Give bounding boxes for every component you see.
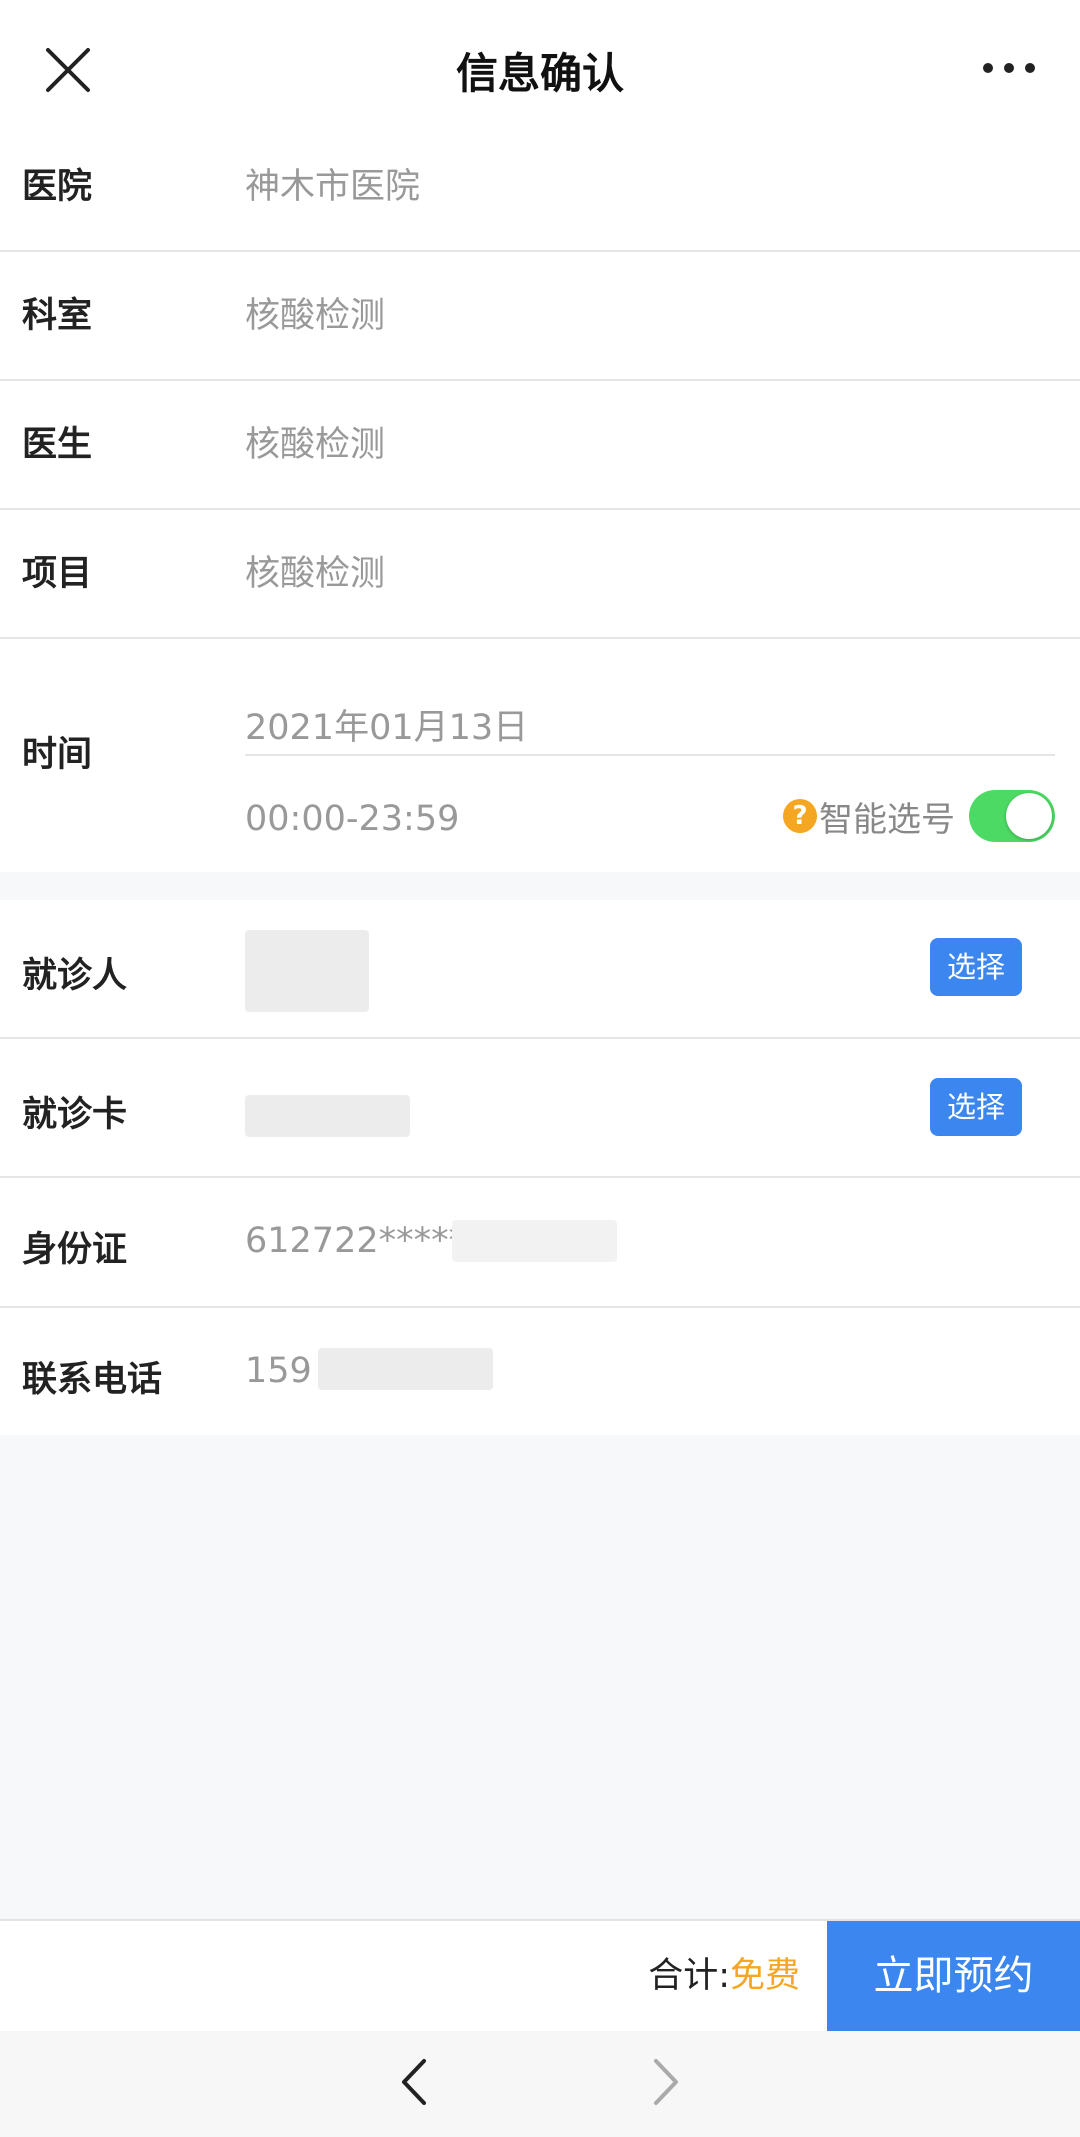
page-title: 信息确认 (455, 49, 624, 98)
hospital-label: 医院 (22, 167, 93, 207)
doctor-row: 医生 核酸检测 (0, 381, 1080, 510)
department-label: 科室 (22, 296, 93, 336)
time-range-value[interactable]: 00:00-23:59 (245, 799, 459, 839)
department-row: 科室 核酸检测 (0, 252, 1080, 381)
info-card: 医院 神木市医院 科室 核酸检测 医生 核酸检测 项目 核酸检测 时间 2021… (0, 123, 1080, 872)
patient-row: 就诊人 选择 (0, 900, 1080, 1039)
time-label: 时间 (22, 735, 93, 775)
bottom-bar: 合计:免费 立即预约 (0, 1919, 1080, 2031)
time-divider (245, 754, 1055, 756)
phone-value: 159 (245, 1351, 312, 1391)
doctor-value: 核酸检测 (245, 425, 386, 465)
back-icon[interactable] (390, 2057, 440, 2107)
id-label: 身份证 (22, 1230, 128, 1270)
doctor-label: 医生 (22, 425, 93, 465)
toggle-knob (1006, 793, 1052, 839)
phone-number-redacted (318, 1348, 493, 1390)
id-number-redacted (452, 1220, 617, 1262)
smart-select-label: 智能选号 (819, 799, 955, 840)
page: 信息确认 医院 神木市医院 科室 核酸检测 医生 核酸检测 项目 核酸检测 时间… (0, 0, 1080, 2137)
header: 信息确认 (0, 0, 1080, 133)
browser-nav-bar (0, 2031, 1080, 2137)
hospital-value: 神木市医院 (245, 167, 421, 207)
item-label: 项目 (22, 554, 93, 594)
card-label: 就诊卡 (22, 1095, 128, 1135)
patient-label: 就诊人 (22, 956, 128, 996)
card-row: 就诊卡 选择 (0, 1039, 1080, 1178)
select-patient-button[interactable]: 选择 (930, 938, 1022, 996)
patient-name-redacted (245, 930, 369, 1012)
select-card-button[interactable]: 选择 (930, 1078, 1022, 1136)
smart-select: ? 智能选号 (783, 786, 1055, 846)
time-row: 时间 2021年01月13日 00:00-23:59 ? 智能选号 (0, 639, 1080, 872)
total-value: 免费 (729, 1956, 800, 1996)
more-icon[interactable] (980, 56, 1038, 80)
total-label: 合计: (648, 1956, 730, 1996)
date-value[interactable]: 2021年01月13日 (245, 699, 528, 750)
patient-card: 就诊人 选择 就诊卡 选择 身份证 612722***** 联系电话 159 (0, 900, 1080, 1435)
phone-row: 联系电话 159 (0, 1308, 1080, 1435)
id-row: 身份证 612722***** (0, 1178, 1080, 1308)
item-row: 项目 核酸检测 (0, 510, 1080, 639)
phone-label: 联系电话 (22, 1360, 163, 1400)
help-icon[interactable]: ? (783, 799, 817, 833)
forward-icon[interactable] (640, 2057, 690, 2107)
total: 合计:免费 (648, 1921, 800, 2031)
card-number-redacted (245, 1095, 410, 1137)
id-value: 612722***** (245, 1221, 467, 1261)
item-value: 核酸检测 (245, 554, 386, 594)
smart-select-toggle[interactable] (969, 790, 1055, 842)
book-now-button[interactable]: 立即预约 (827, 1921, 1080, 2031)
department-value: 核酸检测 (245, 296, 386, 336)
hospital-row: 医院 神木市医院 (0, 123, 1080, 252)
